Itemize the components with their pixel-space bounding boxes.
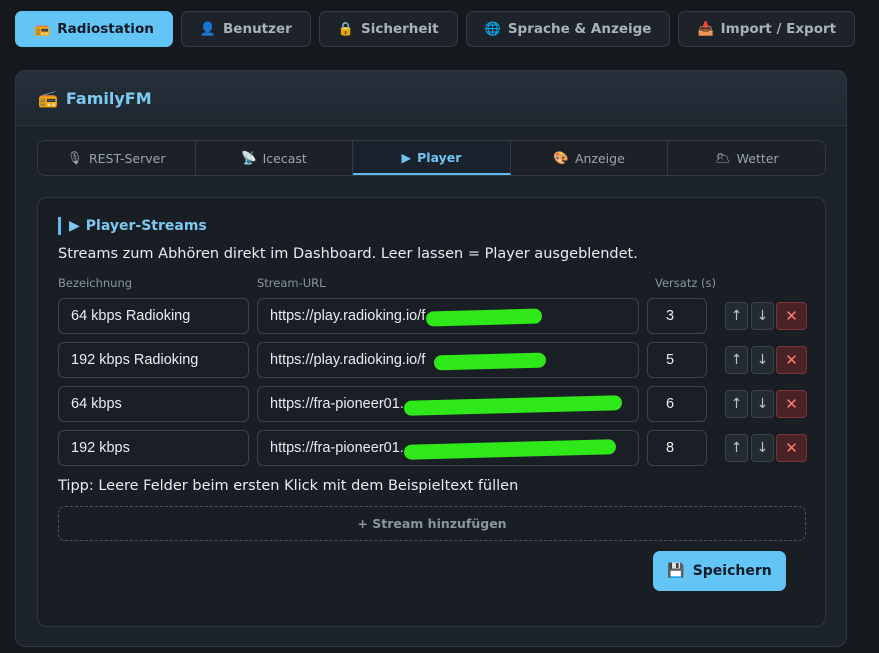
move-up-button[interactable]: ↑ <box>725 302 748 330</box>
tab-import-export[interactable]: 📥 Import / Export <box>678 11 856 47</box>
move-up-button[interactable]: ↑ <box>725 434 748 462</box>
stream-url-text: https://play.radioking.io/f <box>270 352 426 368</box>
subtab-player[interactable]: ▶ Player <box>353 141 511 175</box>
satellite-icon: 📡 <box>241 150 257 165</box>
move-down-button[interactable]: ↓ <box>751 390 774 418</box>
subtab-wetter[interactable]: 🌥 Wetter <box>668 141 825 175</box>
save-button[interactable]: 💾 Speichern <box>653 551 786 591</box>
stream-offset-input[interactable]: 6 <box>647 386 707 422</box>
subtab-anzeige[interactable]: 🎨 Anzeige <box>511 141 669 175</box>
stream-row: 192 kbps https://fra-pioneer01. 8 ↑ ↓ ✕ <box>58 430 808 466</box>
stream-row: 64 kbps Radioking https://play.radioking… <box>58 298 808 334</box>
tab-label: Sicherheit <box>361 21 439 37</box>
station-card: 📻 FamilyFM 🎙 REST-Server 📡 Icecast ▶ Pla… <box>15 70 847 647</box>
stream-url-input[interactable]: https://fra-pioneer01. <box>257 386 639 422</box>
tab-sicherheit[interactable]: 🔒 Sicherheit <box>318 11 458 47</box>
top-navigation: 📻 Radiostation 👤 Benutzer 🔒 Sicherheit 🌐… <box>15 11 856 47</box>
redaction-mark <box>403 395 623 416</box>
station-title: FamilyFM <box>65 88 152 108</box>
globe-icon: 🌐 <box>484 21 501 37</box>
tab-radiostation[interactable]: 📻 Radiostation <box>15 11 173 47</box>
move-down-button[interactable]: ↓ <box>751 434 774 462</box>
subtab-label: Anzeige <box>574 150 625 166</box>
delete-stream-button[interactable]: ✕ <box>776 346 807 374</box>
station-subtabs: 🎙 REST-Server 📡 Icecast ▶ Player 🎨 Anzei… <box>37 140 826 176</box>
move-up-button[interactable]: ↑ <box>725 346 748 374</box>
subtab-label: REST-Server <box>88 150 166 166</box>
stream-name-input[interactable]: 64 kbps <box>58 386 249 422</box>
play-icon: ▶ <box>69 218 80 234</box>
cloud-icon: 🌥 <box>714 150 731 165</box>
tab-label: Radiostation <box>57 21 154 37</box>
move-up-button[interactable]: ↑ <box>725 390 748 418</box>
section-title: ▶ Player-Streams <box>58 217 207 235</box>
stream-url-text: https://play.radioking.io/f <box>270 308 426 324</box>
tab-label: Import / Export <box>720 21 837 37</box>
section-title-text: Player-Streams <box>85 218 207 234</box>
stream-row: 192 kbps Radioking https://play.radiokin… <box>58 342 808 378</box>
stream-url-input[interactable]: https://fra-pioneer01. <box>257 430 639 466</box>
microphone-icon: 🎙 <box>67 150 83 165</box>
tab-label: Benutzer <box>223 21 292 37</box>
subtab-label: Icecast <box>262 150 307 166</box>
section-description: Streams zum Abhören direkt im Dashboard.… <box>58 246 638 262</box>
move-down-button[interactable]: ↓ <box>751 302 774 330</box>
stream-offset-input[interactable]: 5 <box>647 342 707 378</box>
column-header-name: Bezeichnung <box>58 276 133 290</box>
tip-text: Tipp: Leere Felder beim ersten Klick mit… <box>58 478 519 494</box>
delete-stream-button[interactable]: ✕ <box>776 434 807 462</box>
floppy-disk-icon: 💾 <box>667 563 685 579</box>
stream-url-input[interactable]: https://play.radioking.io/f <box>257 298 639 334</box>
player-streams-panel: ▶ Player-Streams Streams zum Abhören dir… <box>37 197 826 627</box>
add-stream-button[interactable]: + Stream hinzufügen <box>58 506 806 541</box>
subtab-label: Wetter <box>736 150 779 166</box>
move-down-button[interactable]: ↓ <box>751 346 774 374</box>
save-label: Speichern <box>692 563 772 579</box>
redaction-mark <box>433 352 547 371</box>
stream-name-input[interactable]: 192 kbps Radioking <box>58 342 249 378</box>
tab-benutzer[interactable]: 👤 Benutzer <box>180 11 311 47</box>
redaction-mark <box>403 439 617 460</box>
stream-url-input[interactable]: https://play.radioking.io/f <box>257 342 639 378</box>
lock-icon: 🔒 <box>337 21 354 37</box>
palette-icon: 🎨 <box>553 150 569 165</box>
delete-stream-button[interactable]: ✕ <box>776 302 807 330</box>
play-icon: ▶ <box>401 149 412 165</box>
delete-stream-button[interactable]: ✕ <box>776 390 807 418</box>
stream-url-text: https://fra-pioneer01. <box>270 396 404 412</box>
stream-offset-input[interactable]: 8 <box>647 430 707 466</box>
subtab-icecast[interactable]: 📡 Icecast <box>196 141 354 175</box>
stream-name-input[interactable]: 64 kbps Radioking <box>58 298 249 334</box>
stream-row: 64 kbps https://fra-pioneer01. 6 ↑ ↓ ✕ <box>58 386 808 422</box>
stream-offset-input[interactable]: 3 <box>647 298 707 334</box>
inbox-tray-icon: 📥 <box>697 21 714 37</box>
user-icon: 👤 <box>199 21 217 37</box>
tab-label: Sprache & Anzeige <box>507 21 652 37</box>
subtab-label: Player <box>417 149 462 165</box>
stream-url-text: https://fra-pioneer01. <box>270 440 404 456</box>
radio-icon: 📻 <box>38 88 58 108</box>
stream-name-input[interactable]: 192 kbps <box>58 430 249 466</box>
column-header-url: Stream-URL <box>257 276 326 290</box>
redaction-mark <box>425 308 543 327</box>
radio-icon: 📻 <box>34 21 51 37</box>
column-header-offset: Versatz (s) <box>655 276 716 290</box>
tab-sprache-anzeige[interactable]: 🌐 Sprache & Anzeige <box>465 11 671 47</box>
station-header: 📻 FamilyFM <box>16 71 846 126</box>
subtab-rest-server[interactable]: 🎙 REST-Server <box>38 141 196 175</box>
